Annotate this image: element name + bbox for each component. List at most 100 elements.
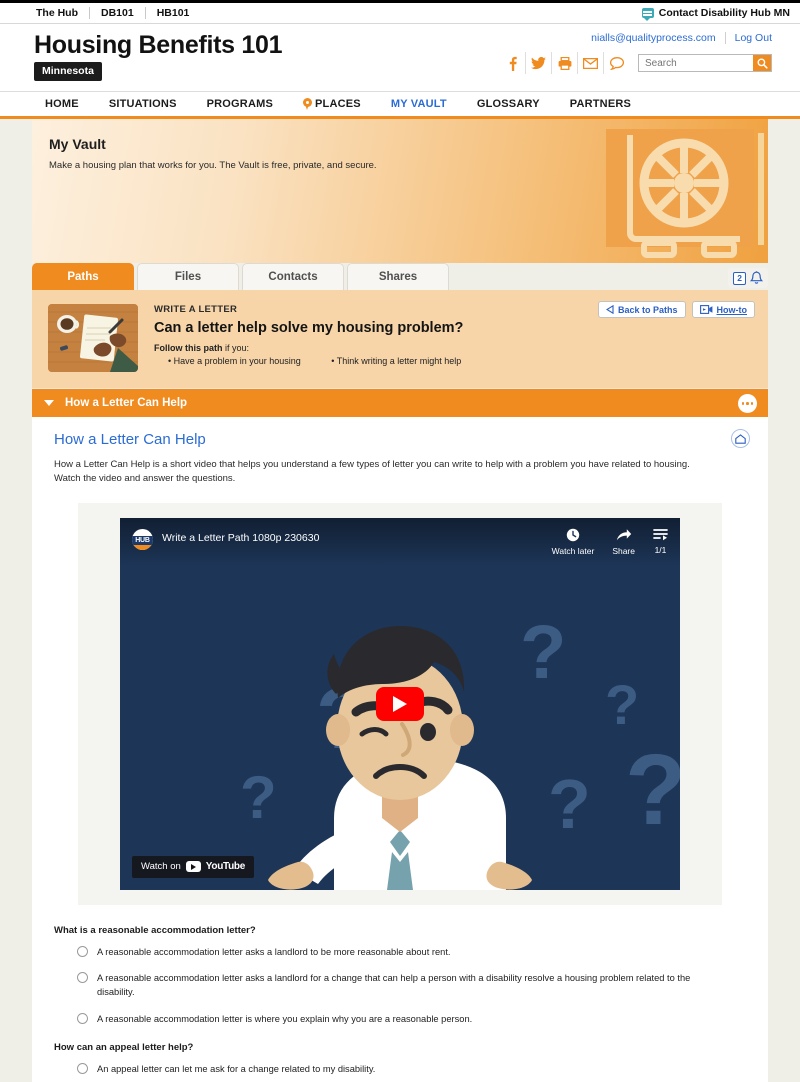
playlist-indicator[interactable]: 1/1 <box>653 528 668 556</box>
quiz-option[interactable]: An appeal letter can let me ask for a ch… <box>77 1062 746 1076</box>
twitter-icon[interactable] <box>526 52 552 74</box>
more-options-icon[interactable] <box>738 394 757 413</box>
network-link-db101[interactable]: DB101 <box>90 7 146 19</box>
print-icon[interactable] <box>552 52 578 74</box>
path-title: Can a letter help solve my housing probl… <box>154 320 464 336</box>
accordion-title: How a Letter Can Help <box>65 397 188 409</box>
network-links: The Hub DB101 HB101 <box>36 7 200 19</box>
path-follow-bold: Follow this path <box>154 343 223 353</box>
play-button-icon[interactable] <box>376 686 424 721</box>
quiz-option[interactable]: A reasonable accommodation letter is whe… <box>77 1012 746 1026</box>
radio-button[interactable] <box>77 1012 88 1024</box>
safe-vault-icon <box>606 129 764 258</box>
quiz-option[interactable]: A reasonable accommodation letter asks a… <box>77 971 746 1000</box>
video-camera-icon <box>699 305 712 314</box>
masthead: Housing Benefits 101 Minnesota nialls@qu… <box>0 24 800 91</box>
path-bullet-1: • Think writing a letter might help <box>331 356 462 366</box>
network-link-the-hub[interactable]: The Hub <box>36 7 90 19</box>
account-row: nialls@qualityprocess.com Log Out <box>591 32 772 44</box>
nav-item-places[interactable]: PLACES <box>288 98 376 110</box>
path-text-block: WRITE A LETTER Can a letter help solve m… <box>154 302 489 374</box>
radio-button[interactable] <box>77 971 88 983</box>
video-title[interactable]: Write a Letter Path 1080p 230630 <box>162 532 319 544</box>
radio-button[interactable] <box>77 1063 88 1075</box>
email-icon[interactable] <box>578 52 604 74</box>
question-title-1: How can an appeal letter help? <box>54 1042 194 1054</box>
playlist-icon <box>653 528 668 540</box>
radio-button[interactable] <box>77 945 88 957</box>
how-to-button[interactable]: How-to <box>691 301 755 318</box>
lesson-panel: How a Letter Can Help How a Letter Can H… <box>32 417 768 911</box>
playlist-label: 1/1 <box>654 544 667 555</box>
share-button[interactable]: Share <box>612 528 635 556</box>
nav-item-situations[interactable]: SITUATIONS <box>94 98 192 110</box>
tab-contacts[interactable]: Contacts <box>242 263 344 290</box>
facebook-icon[interactable] <box>500 52 526 74</box>
video-container: ? ? ? ? ? ? ? ? <box>78 502 722 905</box>
search-box[interactable] <box>638 54 772 72</box>
account-email-link[interactable]: nialls@qualityprocess.com <box>591 32 715 44</box>
network-link-hb101[interactable]: HB101 <box>146 7 201 19</box>
notification-count: 2 <box>733 271 746 285</box>
youtube-play-icon <box>185 861 201 873</box>
nav-item-places-label: PLACES <box>315 98 361 110</box>
quiz-option-label: A reasonable accommodation letter asks a… <box>97 946 451 957</box>
lesson-intro: How a Letter Can Help is a short video t… <box>54 459 690 484</box>
bell-icon <box>750 271 763 284</box>
accordion-header-how-a-letter-can-help[interactable]: How a Letter Can Help <box>32 388 768 417</box>
path-bullets: • Have a problem in your housing • Think… <box>154 356 489 366</box>
notifications-button[interactable]: 2 <box>728 268 768 288</box>
contact-disability-hub-link[interactable]: Contact Disability Hub MN <box>641 7 790 21</box>
tab-paths[interactable]: Paths <box>32 263 134 290</box>
home-badge-icon[interactable] <box>731 429 750 448</box>
contact-label: Contact Disability Hub MN <box>658 7 790 19</box>
content-wrapper: My Vault Make a housing plan that works … <box>32 119 768 1082</box>
how-to-label: How-to <box>716 304 748 315</box>
search-icon[interactable] <box>753 55 771 71</box>
lesson-heading: How a Letter Can Help <box>54 431 206 448</box>
watch-later-button[interactable]: Watch later <box>552 528 594 556</box>
share-arrow-icon <box>616 528 631 540</box>
tab-shares[interactable]: Shares <box>347 263 449 290</box>
quiz-option-label: A reasonable accommodation letter is whe… <box>97 1013 473 1024</box>
video-actions: Watch later Share 1/1 <box>552 528 668 556</box>
youtube-player[interactable]: ? ? ? ? ? ? ? ? <box>120 517 680 890</box>
vault-banner-subtitle: Make a housing plan that works for you. … <box>49 160 377 171</box>
quiz-option-label: An appeal letter can let me ask for a ch… <box>97 1064 376 1075</box>
clock-icon <box>566 528 580 541</box>
back-triangle-icon <box>605 305 614 314</box>
vault-banner: My Vault Make a housing plan that works … <box>32 119 768 263</box>
chevron-down-icon <box>44 400 54 406</box>
svg-text:?: ? <box>240 764 277 831</box>
map-pin-icon <box>303 98 312 110</box>
path-follow-rest: if you: <box>222 343 250 353</box>
youtube-wordmark: YouTube <box>205 861 246 873</box>
quiz-section: What is a reasonable accommodation lette… <box>32 910 768 1082</box>
nav-item-programs[interactable]: PROGRAMS <box>192 98 288 110</box>
page-title: Housing Benefits 101 <box>34 31 283 59</box>
divider <box>724 32 726 44</box>
watch-on-youtube-button[interactable]: Watch on YouTube <box>132 855 254 878</box>
writing-a-letter-illustration <box>46 302 140 374</box>
top-utility-bar: The Hub DB101 HB101 Contact Disability H… <box>0 0 800 24</box>
path-summary-card: WRITE A LETTER Can a letter help solve m… <box>32 290 768 388</box>
tools-row <box>500 52 772 74</box>
state-badge: Minnesota <box>34 62 102 81</box>
nav-item-partners[interactable]: PARTNERS <box>555 98 646 110</box>
svg-text:?: ? <box>625 734 680 846</box>
path-follow-line: Follow this path if you: <box>154 343 489 353</box>
nav-item-home[interactable]: HOME <box>30 98 94 110</box>
quiz-option[interactable]: A reasonable accommodation letter asks a… <box>77 945 746 959</box>
chat-bubble-icon <box>641 8 654 21</box>
path-kicker: WRITE A LETTER <box>154 304 238 315</box>
hub-logo-icon[interactable]: HUB <box>132 528 153 550</box>
tab-files[interactable]: Files <box>137 263 239 290</box>
back-to-paths-button[interactable]: Back to Paths <box>597 301 686 318</box>
logout-button[interactable]: Log Out <box>735 32 772 44</box>
svg-text:?: ? <box>548 765 591 843</box>
nav-item-glossary[interactable]: GLOSSARY <box>462 98 555 110</box>
feedback-icon[interactable] <box>604 52 630 74</box>
search-input[interactable] <box>639 55 751 71</box>
question-title-0: What is a reasonable accommodation lette… <box>54 924 256 936</box>
nav-item-my-vault[interactable]: MY VAULT <box>376 98 462 110</box>
